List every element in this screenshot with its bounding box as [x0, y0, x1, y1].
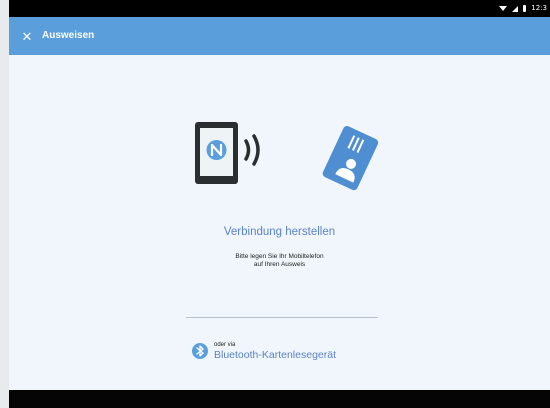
status-bar: 12:3: [9, 0, 550, 17]
close-button[interactable]: ✕: [17, 26, 37, 46]
bluetooth-text: oder via Bluetooth-Kartenlesegerät: [214, 341, 336, 362]
or-via-label: oder via: [214, 341, 236, 348]
close-icon: ✕: [21, 28, 33, 44]
status-time: 12:3: [531, 4, 547, 12]
bluetooth-reader-option[interactable]: oder via Bluetooth-Kartenlesegerät: [192, 336, 336, 366]
app-screen: 12:3 ✕ Ausweisen Verbindung herstellen B…: [9, 0, 550, 408]
connect-instruction: Bitte legen Sie Ihr Mobiltelefon auf Ihr…: [9, 253, 550, 269]
id-card-icon: [322, 126, 379, 191]
instruction-line-2: auf Ihren Ausweis: [253, 261, 306, 268]
battery-icon: [523, 5, 527, 12]
wifi-icon: [499, 6, 508, 11]
bluetooth-reader-label[interactable]: Bluetooth-Kartenlesegerät: [214, 349, 336, 362]
card-body: [322, 126, 379, 191]
contactless-waves-icon: [244, 134, 260, 166]
navigation-bar: [9, 390, 550, 408]
divider: [186, 317, 378, 318]
page-title: Ausweisen: [42, 30, 95, 41]
bluetooth-icon: [192, 343, 208, 359]
signal-icon: [512, 5, 519, 12]
instruction-line-1: Bitte legen Sie Ihr Mobiltelefon: [235, 253, 324, 260]
connect-heading: Verbindung herstellen: [223, 226, 336, 238]
app-bar: ✕ Ausweisen: [9, 17, 550, 55]
status-icons: 12:3: [499, 2, 547, 15]
nfc-phone-icon: [195, 122, 260, 184]
